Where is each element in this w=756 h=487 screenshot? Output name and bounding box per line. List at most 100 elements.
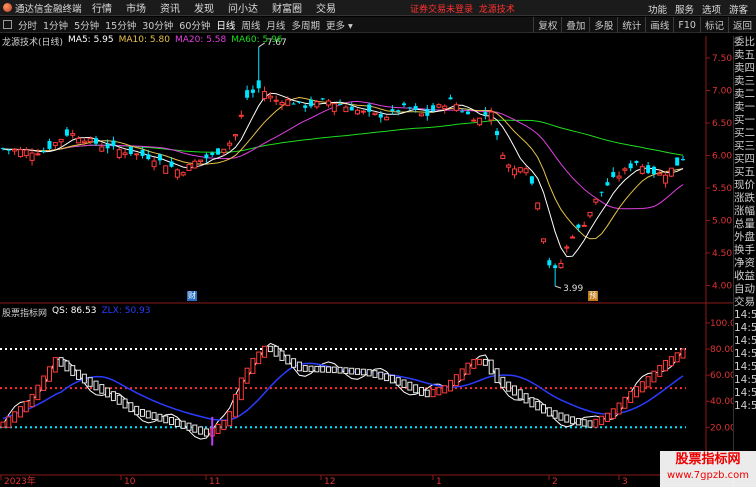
osc-box	[424, 389, 430, 398]
side-label: 买二	[734, 127, 755, 139]
candle-body	[204, 154, 209, 159]
osc-box	[610, 408, 616, 419]
osc-box	[471, 358, 477, 369]
candle-body	[58, 138, 64, 143]
osc-box	[99, 384, 105, 394]
osc-box	[320, 366, 326, 373]
side-label: 14:55	[734, 322, 756, 334]
osc-box	[29, 393, 35, 408]
candle-body	[122, 152, 128, 156]
time-tick-label: 2023年	[4, 475, 36, 487]
side-label: 外盘	[734, 231, 755, 243]
osc-tick-label: 100.00	[710, 319, 733, 329]
candle-body	[174, 169, 180, 178]
osc-box	[593, 418, 599, 428]
candle-body	[506, 164, 512, 168]
candle-body	[146, 154, 151, 160]
qs-label: QS: 86.53	[52, 306, 97, 316]
candle-body	[157, 154, 162, 161]
candle-body	[668, 167, 674, 177]
side-label: 卖三	[734, 75, 755, 87]
osc-box	[413, 384, 419, 394]
candle-body	[599, 191, 604, 193]
osc-box	[482, 358, 488, 366]
osc-box	[215, 423, 221, 434]
osc-box	[46, 366, 52, 382]
side-label: 自动	[734, 283, 755, 295]
osc-box	[35, 384, 41, 401]
osc-box	[151, 412, 157, 421]
candle-body	[372, 112, 378, 116]
osc-box	[564, 414, 570, 423]
osc-box	[599, 415, 605, 426]
side-label: 涨幅	[734, 205, 755, 217]
osc-box	[308, 365, 314, 373]
osc-box	[349, 367, 355, 375]
candle-body	[460, 111, 465, 113]
osc-box	[651, 370, 657, 383]
candle-body	[663, 174, 669, 184]
osc-box	[52, 357, 58, 373]
candle-body	[675, 157, 680, 166]
candle-body	[221, 148, 227, 153]
candle-body	[232, 134, 238, 137]
candle-body	[216, 148, 221, 155]
osc-box	[331, 366, 337, 374]
watermark: 股票指标网 www.7gpzb.com	[660, 451, 756, 487]
osc-box	[668, 356, 674, 367]
candle-body	[93, 138, 98, 144]
osc-box	[262, 345, 268, 358]
osc-box	[674, 352, 680, 363]
candle-body	[634, 160, 639, 164]
candle-body	[657, 172, 663, 176]
candle-body	[622, 168, 628, 171]
candle-body	[343, 106, 349, 113]
candle-body	[12, 148, 18, 152]
osc-box	[680, 348, 686, 359]
osc-box	[0, 421, 6, 428]
osc-box	[442, 385, 448, 394]
osc-box	[87, 377, 93, 387]
osc-box	[523, 393, 529, 404]
kline-chart[interactable]: 7.50 7.00 6.50 6.00 5.50 5.00 4.50 4.00 100.00 80…	[0, 0, 733, 487]
time-tick-label: 3	[622, 477, 628, 487]
osc-box	[122, 398, 128, 409]
time-tick-label: 12	[324, 477, 335, 487]
candle-body	[17, 149, 23, 157]
candle-body	[52, 142, 58, 146]
osc-tick-label: 80.00	[710, 345, 733, 355]
candle-body	[535, 202, 541, 210]
osc-box	[506, 381, 512, 392]
ma60-line	[2, 119, 684, 156]
osc-box	[355, 368, 361, 375]
osc-tick-label: 20.00	[710, 423, 733, 433]
osc-box	[575, 418, 581, 426]
osc-box	[529, 397, 535, 408]
forecast-flag[interactable]: 预	[588, 291, 598, 301]
candle-body	[76, 137, 82, 144]
osc-box	[238, 377, 244, 401]
candle-body	[553, 265, 558, 269]
candle-body	[111, 140, 116, 147]
candle-body	[639, 166, 645, 174]
osc-box	[616, 402, 622, 415]
osc-box	[17, 406, 23, 418]
candle-body	[581, 224, 587, 227]
osc-box	[221, 420, 227, 431]
candle-body	[593, 198, 599, 203]
candle-body	[70, 133, 76, 136]
side-label: 14:55	[734, 348, 756, 360]
candle-body	[169, 161, 174, 167]
side-label: 14:55	[734, 374, 756, 386]
candle-body	[325, 100, 331, 106]
osc-box	[628, 391, 634, 404]
osc-box	[134, 405, 140, 416]
osc-box	[267, 345, 273, 353]
watermark-url: www.7gpzb.com	[667, 470, 749, 481]
side-label: 委比	[734, 36, 755, 48]
candle-body	[355, 109, 361, 115]
candle-body	[303, 105, 308, 108]
candle-body	[436, 104, 442, 108]
side-label: 换手	[734, 244, 755, 256]
finance-flag[interactable]: 财	[187, 291, 197, 301]
